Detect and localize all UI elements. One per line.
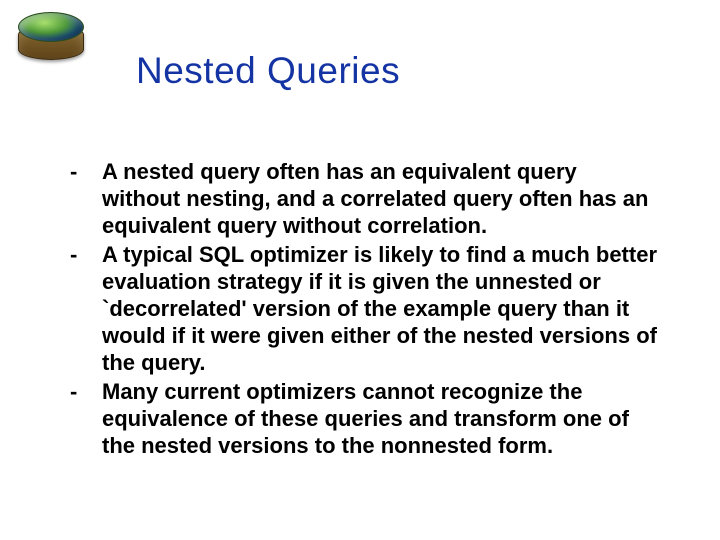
earth-disk-logo (18, 6, 84, 62)
bullet-item: Many current optimizers cannot recognize… (62, 378, 660, 459)
slide-title: Nested Queries (136, 50, 400, 92)
bullet-item: A nested query often has an equivalent q… (62, 158, 660, 239)
logo-globe (18, 12, 84, 42)
bullet-list: A nested query often has an equivalent q… (62, 158, 660, 459)
bullet-item: A typical SQL optimizer is likely to fin… (62, 241, 660, 376)
slide: Nested Queries A nested query often has … (0, 0, 720, 540)
slide-content: A nested query often has an equivalent q… (62, 158, 660, 461)
